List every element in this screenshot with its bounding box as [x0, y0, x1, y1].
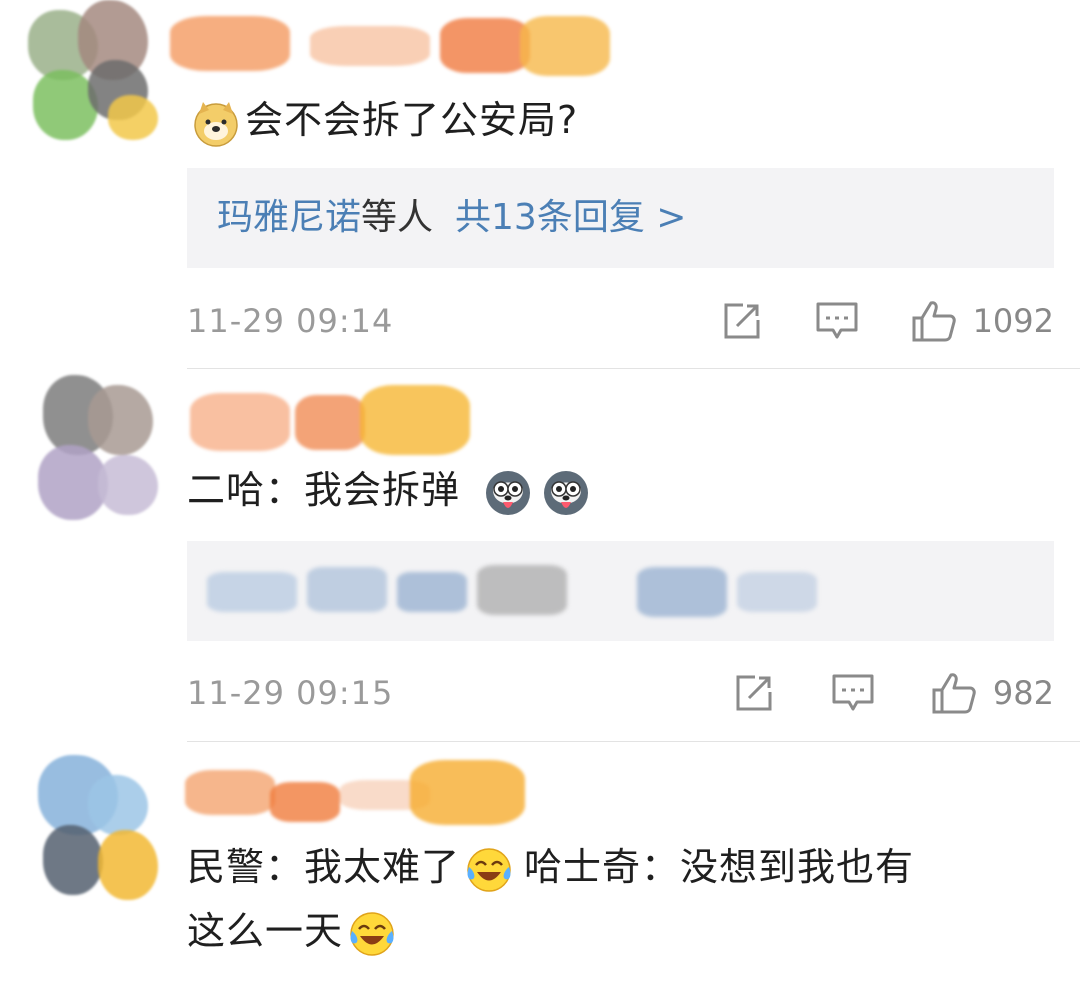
reply-names[interactable]: 玛雅尼诺 — [217, 197, 361, 238]
laugh-cry-emoji-icon — [467, 847, 511, 892]
share-button[interactable] — [721, 300, 763, 342]
reply-count-link[interactable]: 共13条回复 > — [455, 197, 686, 238]
reply-summary[interactable]: 玛雅尼诺等人 共13条回复 > — [187, 168, 1054, 268]
like-count: 982 — [992, 674, 1054, 712]
reply-others: 等人 — [361, 197, 434, 238]
thumbs-up-icon — [912, 301, 956, 342]
timestamp: 11-29 09:15 — [187, 674, 394, 712]
comment-text: 民警：我太难了 哈士奇：没想到我也有这么一天 — [187, 835, 1057, 963]
comment-text: 二哈：我会拆弹 — [187, 458, 1057, 522]
share-icon — [724, 303, 760, 339]
comment-meta: 11-29 09:14 1092 — [187, 296, 1054, 346]
action-bar: 982 — [733, 668, 1054, 718]
husky-emoji-icon — [544, 470, 589, 515]
husky-emoji-icon — [486, 470, 531, 515]
laugh-cry-emoji-icon — [350, 911, 394, 956]
comment-text-part2: 哈士奇：没想到我也有 — [524, 845, 915, 889]
action-bar: 1092 — [721, 296, 1054, 346]
like-button[interactable]: 982 — [931, 671, 1054, 715]
reply-summary-blurred[interactable] — [197, 557, 837, 627]
doge-emoji-icon — [194, 101, 238, 147]
comment-icon — [816, 302, 858, 339]
avatar[interactable] — [28, 375, 158, 525]
reply-summary[interactable] — [187, 541, 1054, 641]
comment-text-part3: 这么一天 — [187, 909, 344, 953]
comment-button[interactable] — [815, 300, 859, 342]
comment-text-part1: 民警：我太难了 — [187, 845, 461, 889]
like-count: 1092 — [972, 302, 1054, 340]
share-button[interactable] — [733, 672, 775, 714]
comment-text-content: 会不会拆了公安局? — [245, 98, 579, 142]
avatar[interactable] — [28, 0, 158, 150]
avatar[interactable] — [28, 755, 158, 905]
divider — [187, 368, 1080, 369]
divider — [187, 741, 1080, 742]
comment-text-content: 二哈：我会拆弹 — [187, 468, 461, 512]
username-blurred[interactable] — [160, 760, 620, 830]
comment-button[interactable] — [831, 672, 875, 714]
username-blurred[interactable] — [160, 8, 620, 78]
comment-icon — [832, 674, 874, 711]
reply-summary-text[interactable]: 玛雅尼诺等人 共13条回复 > — [217, 194, 686, 242]
comment-text: 会不会拆了公安局? — [187, 88, 1057, 152]
comment-meta: 11-29 09:15 982 — [187, 668, 1054, 718]
thumbs-up-icon — [932, 673, 976, 714]
timestamp: 11-29 09:14 — [187, 302, 394, 340]
username-blurred[interactable] — [160, 385, 620, 455]
share-icon — [736, 675, 772, 711]
like-button[interactable]: 1092 — [911, 299, 1054, 343]
